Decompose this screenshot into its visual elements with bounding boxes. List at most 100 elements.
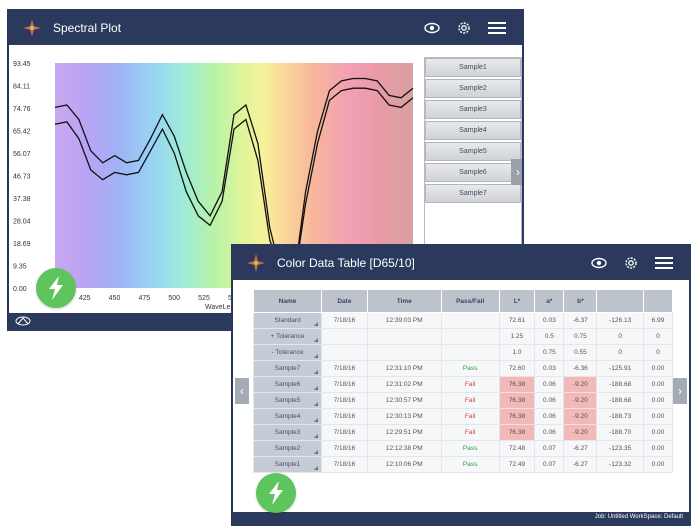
table-cell: Pass bbox=[440, 456, 500, 473]
column-header[interactable]: L* bbox=[498, 289, 536, 313]
table-row[interactable]: Sample1 7/18/16 12:10:06 PM Pass 72.49 0.07 -6… bbox=[252, 456, 674, 473]
next-page-arrow[interactable]: › bbox=[673, 378, 687, 404]
table-cell: Standard bbox=[252, 312, 323, 329]
table-cell: 0.75 bbox=[563, 328, 598, 345]
column-header[interactable]: a* bbox=[534, 289, 565, 313]
table-cell: 76.38 bbox=[498, 392, 536, 409]
table-cell: -9.20 bbox=[563, 392, 598, 409]
table-cell: 12:39:03 PM bbox=[366, 312, 442, 329]
table-row[interactable]: Sample3 7/18/16 12:29:51 PM Fail 76.38 0.06 -9… bbox=[252, 424, 674, 441]
table-cell: 0.00 bbox=[642, 408, 674, 425]
table-cell bbox=[366, 328, 442, 345]
sample-button-4[interactable]: Sample4 bbox=[425, 121, 521, 140]
table-cell bbox=[321, 344, 368, 361]
gear-icon[interactable] bbox=[456, 20, 472, 36]
menu-icon[interactable] bbox=[488, 21, 506, 35]
table-cell: + Tolerance bbox=[252, 328, 323, 345]
table-cell: 7/18/16 bbox=[321, 408, 368, 425]
measure-button[interactable] bbox=[256, 473, 296, 513]
column-header[interactable] bbox=[596, 289, 644, 313]
table-cell: 12:12:38 PM bbox=[366, 440, 442, 457]
y-tick-label: 37.38 bbox=[13, 196, 31, 203]
column-header[interactable]: Pass/Fail bbox=[440, 289, 500, 313]
table-cell: 0.00 bbox=[642, 424, 674, 441]
table-cell: 1.25 bbox=[498, 328, 536, 345]
table-row[interactable]: + Tolerance 1.25 0.5 0.75 0 0 bbox=[252, 328, 674, 345]
x-tick-label: 475 bbox=[139, 295, 151, 302]
table-cell: Sample1 bbox=[252, 456, 323, 473]
table-cell: -188.68 bbox=[596, 392, 644, 409]
lightning-icon bbox=[269, 481, 283, 505]
table-cell: 0 bbox=[642, 328, 674, 345]
table-cell: 76.38 bbox=[498, 376, 536, 393]
table-row[interactable]: Sample7 7/18/16 12:31:10 PM Pass 72.60 0.03 -6… bbox=[252, 360, 674, 377]
table-cell: 7/18/16 bbox=[321, 376, 368, 393]
table-row[interactable]: Sample5 7/18/16 12:30:57 PM Fail 76.38 0.06 -9… bbox=[252, 392, 674, 409]
table-cell: -6.27 bbox=[563, 456, 598, 473]
column-header[interactable]: Time bbox=[366, 289, 442, 313]
color-data-table: Name Date Time Pass/Fail L* a* b* Standard 7/18… bbox=[252, 289, 674, 473]
table-cell: 7/18/16 bbox=[321, 456, 368, 473]
table-cell: 0.00 bbox=[642, 376, 674, 393]
sample-button-3[interactable]: Sample3 bbox=[425, 100, 521, 119]
menu-icon[interactable] bbox=[655, 256, 673, 270]
y-tick-label: 93.45 bbox=[13, 61, 31, 68]
table-row[interactable]: Standard 7/18/16 12:39:03 PM 72.61 0.03 -6.37… bbox=[252, 312, 674, 329]
table-cell: -126.13 bbox=[596, 312, 644, 329]
column-header[interactable]: Date bbox=[321, 289, 368, 313]
table-cell: -6.27 bbox=[563, 440, 598, 457]
x-axis-label: WaveLe bbox=[205, 304, 231, 311]
table-title-bar: Color Data Table [D65/10] bbox=[233, 246, 689, 280]
table-cell: 0.75 bbox=[534, 344, 565, 361]
table-row[interactable]: Sample4 7/18/16 12:30:13 PM Fail 76.38 0.06 -9… bbox=[252, 408, 674, 425]
table-cell: -123.35 bbox=[596, 440, 644, 457]
sample-button-2[interactable]: Sample2 bbox=[425, 79, 521, 98]
table-cell: 0.06 bbox=[534, 392, 565, 409]
table-cell: 0.55 bbox=[563, 344, 598, 361]
table-cell: - Tolerance bbox=[252, 344, 323, 361]
y-tick-label: 18.69 bbox=[13, 241, 31, 248]
table-cell: 0.06 bbox=[534, 376, 565, 393]
eye-icon[interactable] bbox=[424, 22, 440, 34]
prev-page-arrow[interactable]: ‹ bbox=[235, 378, 249, 404]
table-cell bbox=[440, 328, 500, 345]
app-logo-icon bbox=[246, 253, 266, 273]
y-tick-label: 74.76 bbox=[13, 106, 31, 113]
x-tick-label: 500 bbox=[168, 295, 180, 302]
table-cell: 0.5 bbox=[534, 328, 565, 345]
table-cell: -6.36 bbox=[563, 360, 598, 377]
table-cell: 0.03 bbox=[534, 360, 565, 377]
table-cell: Pass bbox=[440, 360, 500, 377]
sample-button-7[interactable]: Sample7 bbox=[425, 184, 521, 203]
column-header[interactable]: b* bbox=[563, 289, 598, 313]
y-tick-label: 84.11 bbox=[13, 84, 30, 91]
sample-button-1[interactable]: Sample1 bbox=[425, 58, 521, 77]
table-cell: 12:31:10 PM bbox=[366, 360, 442, 377]
table-cell: 76.38 bbox=[498, 408, 536, 425]
y-tick-label: 65.42 bbox=[13, 129, 31, 136]
table-row[interactable]: Sample2 7/18/16 12:12:38 PM Pass 72.48 0.07 -6… bbox=[252, 440, 674, 457]
table-row[interactable]: Sample6 7/18/16 12:31:02 PM Fail 76.38 0.06 -9… bbox=[252, 376, 674, 393]
table-cell: 72.61 bbox=[498, 312, 536, 329]
gear-icon[interactable] bbox=[623, 255, 639, 271]
eye-icon[interactable] bbox=[591, 257, 607, 269]
table-cell: 0 bbox=[596, 344, 644, 361]
column-header[interactable]: Name bbox=[252, 289, 323, 313]
table-cell: 12:10:06 PM bbox=[366, 456, 442, 473]
table-cell: 0.03 bbox=[534, 312, 565, 329]
table-cell: 7/18/16 bbox=[321, 424, 368, 441]
measure-button[interactable] bbox=[36, 268, 76, 308]
y-tick-label: 56.07 bbox=[13, 151, 31, 158]
y-tick-label: 28.04 bbox=[13, 219, 31, 226]
sample-button-6[interactable]: Sample6 bbox=[425, 163, 521, 182]
table-cell: 1.0 bbox=[498, 344, 536, 361]
x-tick-label: 525 bbox=[198, 295, 210, 302]
table-cell: 0.07 bbox=[534, 440, 565, 457]
app-logo-icon bbox=[22, 18, 42, 38]
table-row[interactable]: - Tolerance 1.0 0.75 0.55 0 0 bbox=[252, 344, 674, 361]
sample-button-5[interactable]: Sample5 bbox=[425, 142, 521, 161]
table-cell: 0.00 bbox=[642, 392, 674, 409]
next-panel-arrow[interactable]: › bbox=[511, 159, 522, 185]
table-cell: 7/18/16 bbox=[321, 392, 368, 409]
column-header[interactable] bbox=[642, 289, 674, 313]
